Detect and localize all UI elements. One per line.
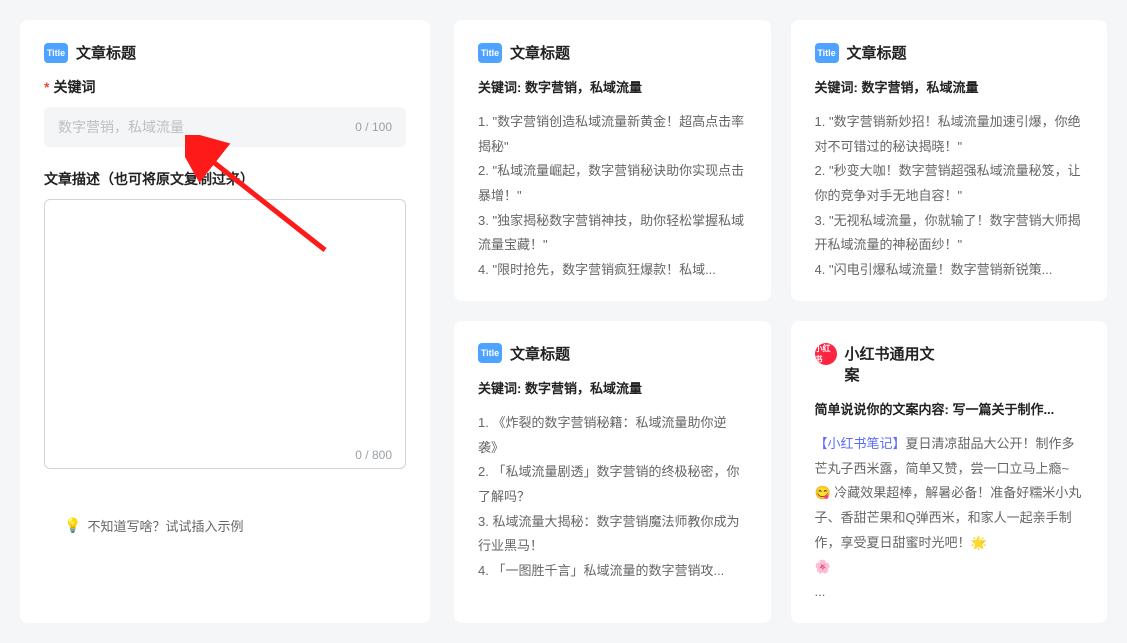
card-subtitle: 关键词: 数字营销，私域流量 bbox=[478, 378, 747, 397]
highlight-prefix: 【小红书笔记】 bbox=[815, 436, 906, 451]
lightbulb-icon: 💡 bbox=[64, 517, 81, 534]
emoji-icon: 🌟 bbox=[971, 535, 987, 550]
description-label: 文章描述（也可将原文复制过来） bbox=[44, 169, 406, 189]
result-card[interactable]: Title 文章标题 关键词: 数字营销，私域流量 1. 《炸裂的数字营销秘籍：… bbox=[454, 321, 771, 623]
input-form-panel: Title 文章标题 *关键词 0 / 100 文章描述（也可将原文复制过来） … bbox=[20, 20, 430, 623]
emoji-icon: 😋 bbox=[815, 485, 831, 500]
description-counter: 0 / 800 bbox=[355, 448, 392, 462]
panel-title: 文章标题 bbox=[76, 42, 136, 63]
card-header: Title 文章标题 bbox=[478, 343, 747, 364]
card-header: 小红书 小红书通用文 案 bbox=[815, 343, 1084, 385]
title-badge-icon: Title bbox=[44, 43, 68, 63]
example-hint-text: 不知道写啥？试试插入示例 bbox=[87, 516, 243, 535]
panel-header: Title 文章标题 bbox=[44, 42, 406, 63]
keyword-input-wrap: 0 / 100 bbox=[44, 107, 406, 147]
card-body: 1. 《炸裂的数字营销秘籍：私域流量助你逆袭》 2. 「私域流量剧透」数字营销的… bbox=[478, 411, 747, 584]
title-badge-icon: Title bbox=[478, 343, 502, 363]
keyword-input[interactable] bbox=[44, 107, 406, 147]
card-title: 小红书通用文 案 bbox=[845, 343, 935, 385]
keyword-counter: 0 / 100 bbox=[355, 120, 392, 134]
card-title: 文章标题 bbox=[510, 343, 570, 364]
result-card[interactable]: Title 文章标题 关键词: 数字营销，私域流量 1. "数字营销新妙招！私域… bbox=[791, 20, 1108, 301]
title-badge-icon: Title bbox=[478, 43, 502, 63]
card-subtitle: 关键词: 数字营销，私域流量 bbox=[478, 77, 747, 96]
description-textarea[interactable] bbox=[44, 199, 406, 469]
title-badge-icon: Title bbox=[815, 43, 839, 63]
card-header: Title 文章标题 bbox=[478, 42, 747, 63]
emoji-icon: 🌸 bbox=[815, 559, 831, 574]
results-grid: Title 文章标题 关键词: 数字营销，私域流量 1. "数字营销创造私域流量… bbox=[454, 20, 1107, 623]
keyword-label: *关键词 bbox=[44, 77, 406, 97]
insert-example-button[interactable]: 💡 不知道写啥？试试插入示例 bbox=[64, 516, 243, 535]
xhs-badge-icon: 小红书 bbox=[815, 343, 837, 365]
card-title: 文章标题 bbox=[510, 42, 570, 63]
card-header: Title 文章标题 bbox=[815, 42, 1084, 63]
description-wrap: 0 / 800 bbox=[44, 199, 406, 472]
card-body: 1. "数字营销新妙招！私域流量加速引爆，你绝对不可错过的秘诀揭晓！" 2. "… bbox=[815, 110, 1084, 283]
required-mark: * bbox=[44, 79, 49, 95]
card-subtitle: 简单说说你的文案内容: 写一篇关于制作... bbox=[815, 399, 1084, 418]
card-subtitle: 关键词: 数字营销，私域流量 bbox=[815, 77, 1084, 96]
result-card-xhs[interactable]: 小红书 小红书通用文 案 简单说说你的文案内容: 写一篇关于制作... 【小红书… bbox=[791, 321, 1108, 623]
card-body: 【小红书笔记】夏日清凉甜品大公开！制作多芒丸子西米露，简单又赞，尝一口立马上瘾~… bbox=[815, 432, 1084, 605]
result-card[interactable]: Title 文章标题 关键词: 数字营销，私域流量 1. "数字营销创造私域流量… bbox=[454, 20, 771, 301]
card-body: 1. "数字营销创造私域流量新黄金！超高点击率揭秘" 2. "私域流量崛起，数字… bbox=[478, 110, 747, 283]
card-title: 文章标题 bbox=[847, 42, 907, 63]
